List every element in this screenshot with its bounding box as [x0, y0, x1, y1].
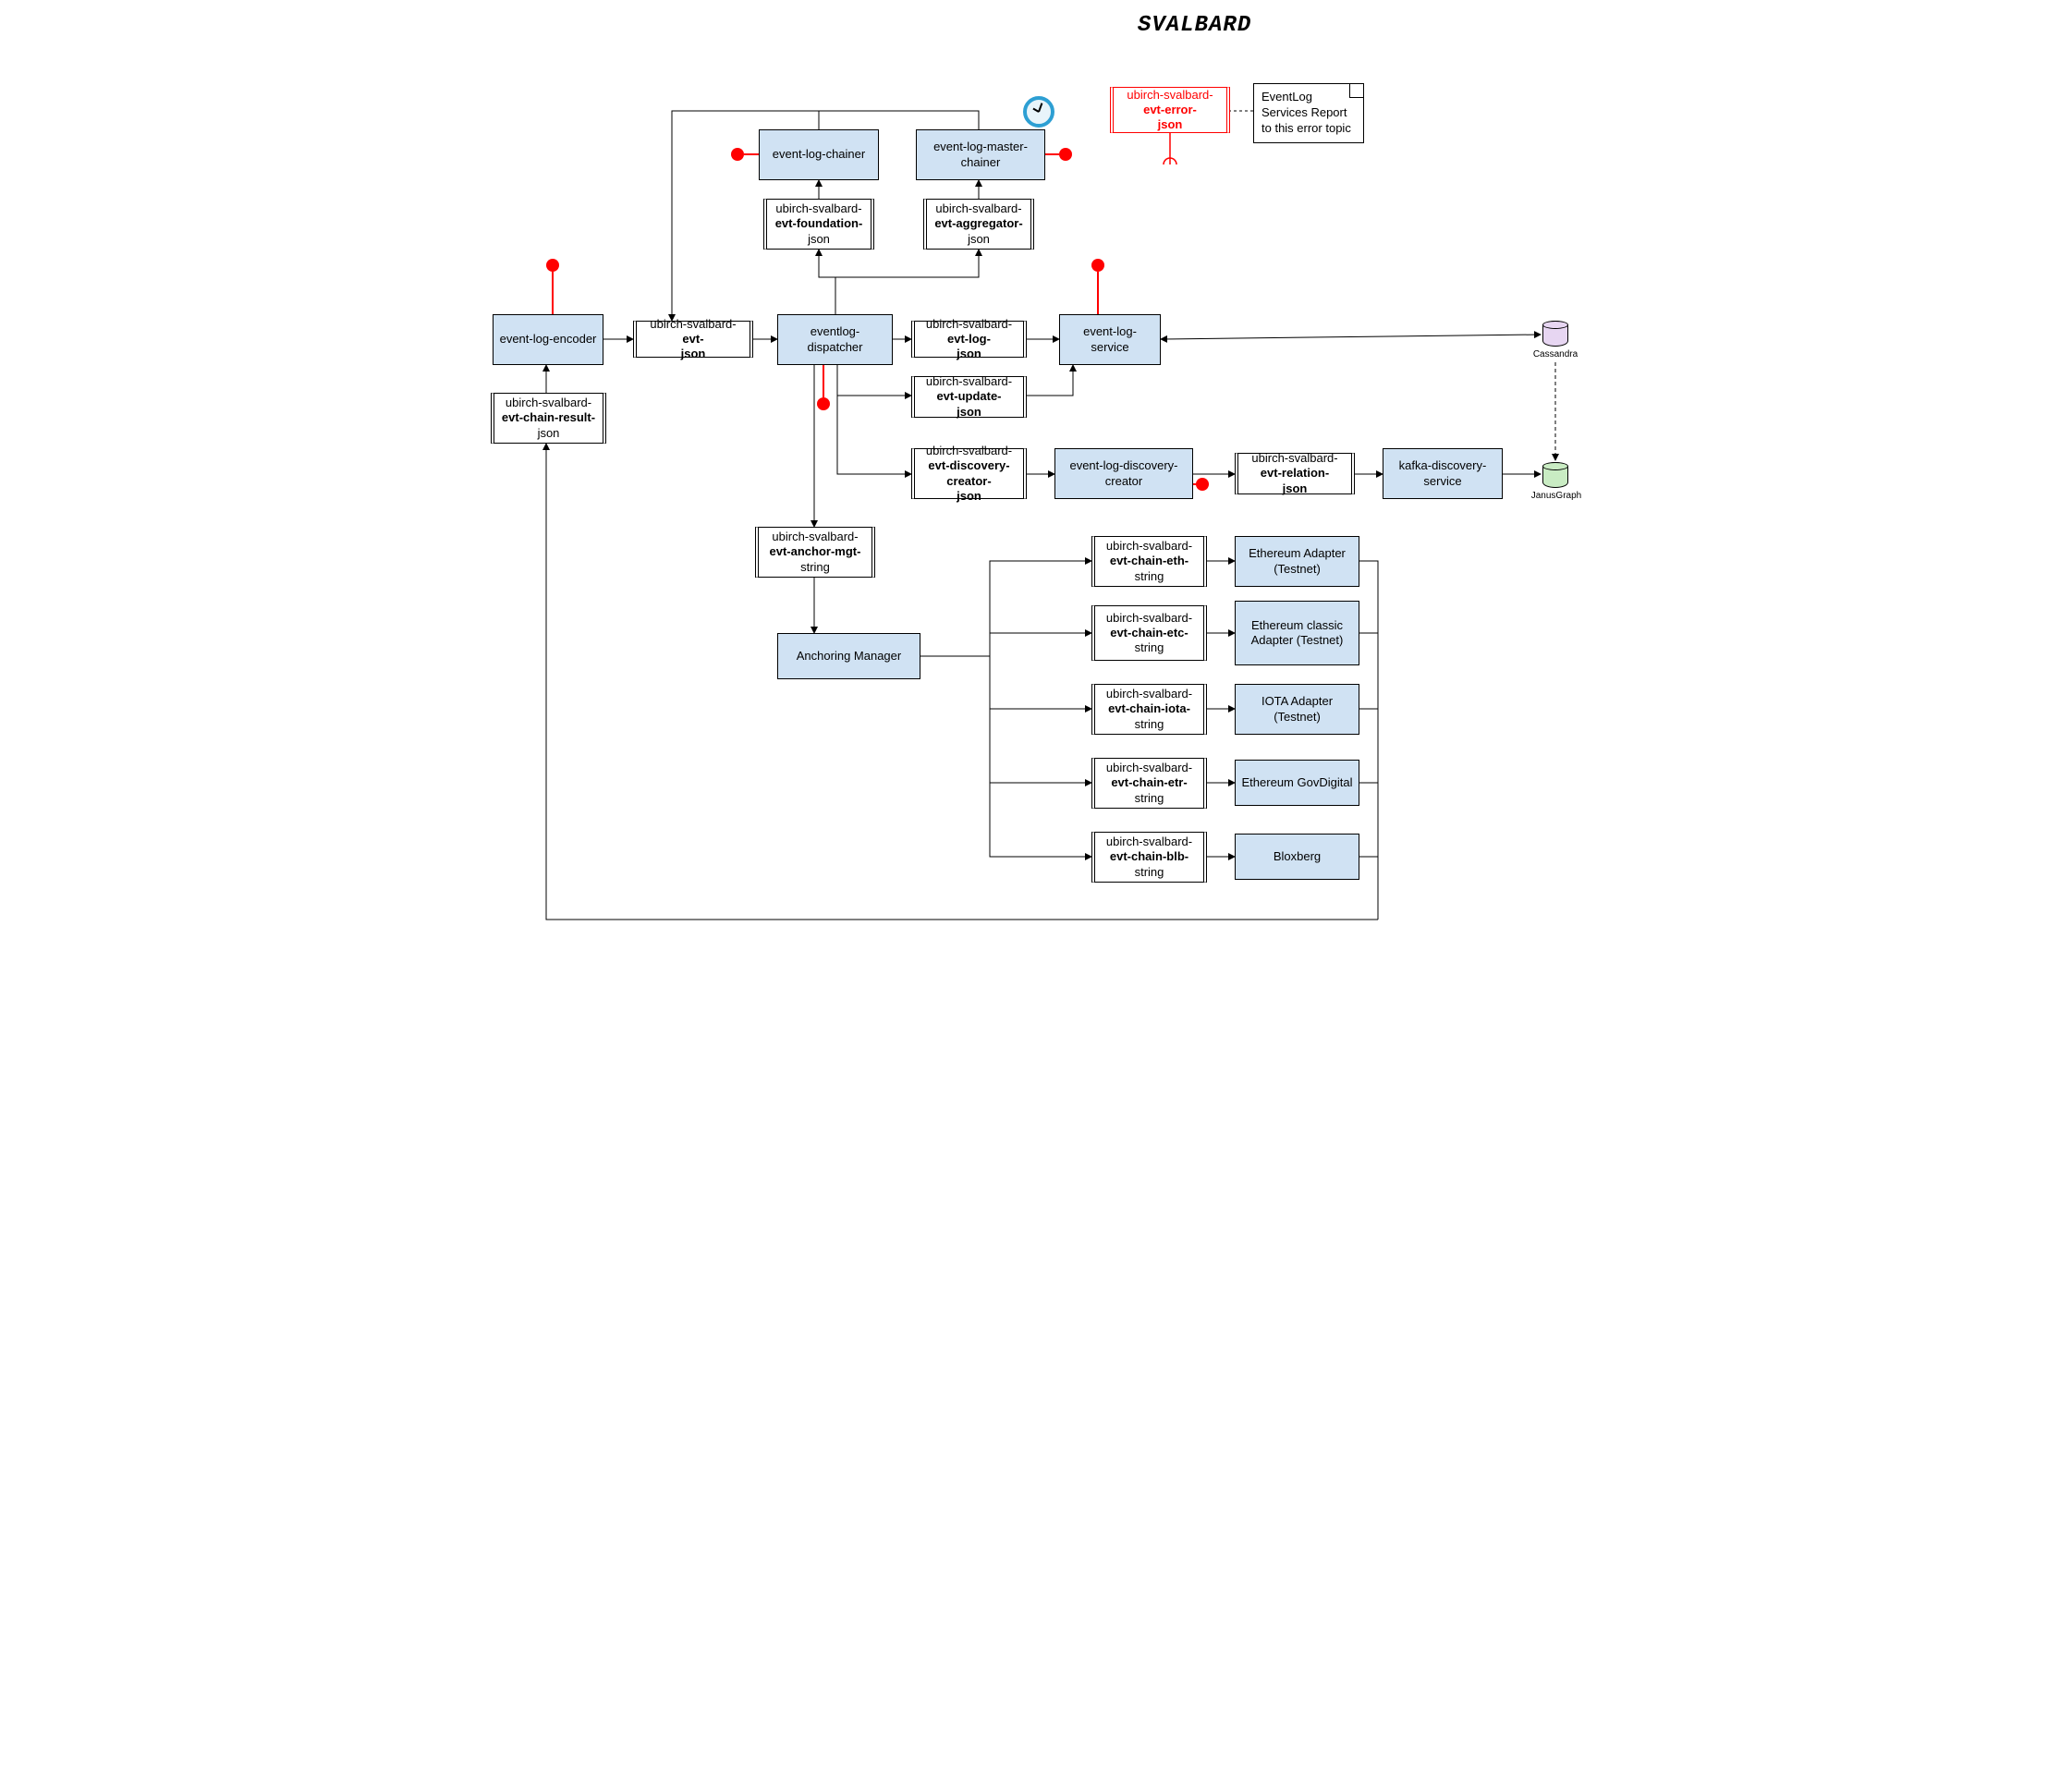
svc-event-log-chainer: event-log-chainer	[759, 129, 879, 180]
svc-ethereum-govdigital: Ethereum GovDigital	[1235, 760, 1359, 806]
topic-evt-discovery-creator: ubirch-svalbard-evt-discovery-creator-js…	[911, 448, 1027, 499]
topic-evt-update: ubirch-svalbard-evt-update-json	[911, 376, 1027, 418]
svc-ethereum-classic-adapter: Ethereum classic Adapter (Testnet)	[1235, 601, 1359, 665]
svc-event-log-service: event-log-service	[1059, 314, 1161, 365]
topic-evt-chain-iota: ubirch-svalbard-evt-chain-iota-string	[1091, 684, 1207, 735]
topic-evt-chain-result: ubirch-svalbard-evt-chain-result-json	[491, 393, 606, 444]
red-dot-icon	[1059, 148, 1072, 161]
svc-event-log-discovery-creator: event-log-discovery-creator	[1054, 448, 1193, 499]
svc-event-log-encoder: event-log-encoder	[493, 314, 603, 365]
svc-ethereum-adapter: Ethereum Adapter (Testnet)	[1235, 536, 1359, 587]
db-cassandra-label: Cassandra	[1528, 349, 1583, 359]
topic-evt-aggregator: ubirch-svalbard-evt-aggregator-json	[923, 199, 1034, 250]
red-dot-icon	[1196, 478, 1209, 491]
topic-evt-chain-blb: ubirch-svalbard-evt-chain-blb-string	[1091, 832, 1207, 883]
topic-evt-chain-eth: ubirch-svalbard-evt-chain-eth-string	[1091, 536, 1207, 587]
svc-anchoring-manager: Anchoring Manager	[777, 633, 920, 679]
note-error-topic: EventLog Services Report to this error t…	[1253, 83, 1364, 143]
red-dot-icon	[1091, 259, 1104, 272]
svc-event-log-master-chainer: event-log-master-chainer	[916, 129, 1045, 180]
red-dot-icon	[731, 148, 744, 161]
topic-evt-anchor-mgt: ubirch-svalbard-evt-anchor-mgt-string	[755, 527, 875, 578]
db-cassandra-icon	[1542, 321, 1568, 347]
diagram-canvas: SVALBARD ubirch-svalbard- evt-error-json…	[481, 0, 1591, 959]
svc-kafka-discovery-service: kafka-discovery-service	[1383, 448, 1503, 499]
svc-bloxberg: Bloxberg	[1235, 834, 1359, 880]
diagram-title: SVALBARD	[1138, 13, 1251, 38]
topic-evt-foundation: ubirch-svalbard-evt-foundation-json	[763, 199, 874, 250]
db-janusgraph-label: JanusGraph	[1524, 491, 1589, 501]
svc-iota-adapter: IOTA Adapter (Testnet)	[1235, 684, 1359, 735]
topic-evt-chain-etr: ubirch-svalbard-evt-chain-etr-string	[1091, 758, 1207, 809]
red-dot-icon	[817, 397, 830, 410]
topic-evt-log: ubirch-svalbard-evt-log-json	[911, 321, 1027, 358]
topic-evt-error: ubirch-svalbard- evt-error-json	[1110, 87, 1230, 133]
topic-evt-json: ubirch-svalbard-evt-json	[633, 321, 753, 358]
topic-evt-chain-etc: ubirch-svalbard-evt-chain-etc-string	[1091, 605, 1207, 661]
svc-eventlog-dispatcher: eventlog-dispatcher	[777, 314, 893, 365]
topic-evt-relation: ubirch-svalbard-evt-relation-json	[1235, 453, 1355, 494]
red-dot-icon	[546, 259, 559, 272]
clock-icon	[1023, 96, 1054, 128]
db-janusgraph-icon	[1542, 462, 1568, 488]
